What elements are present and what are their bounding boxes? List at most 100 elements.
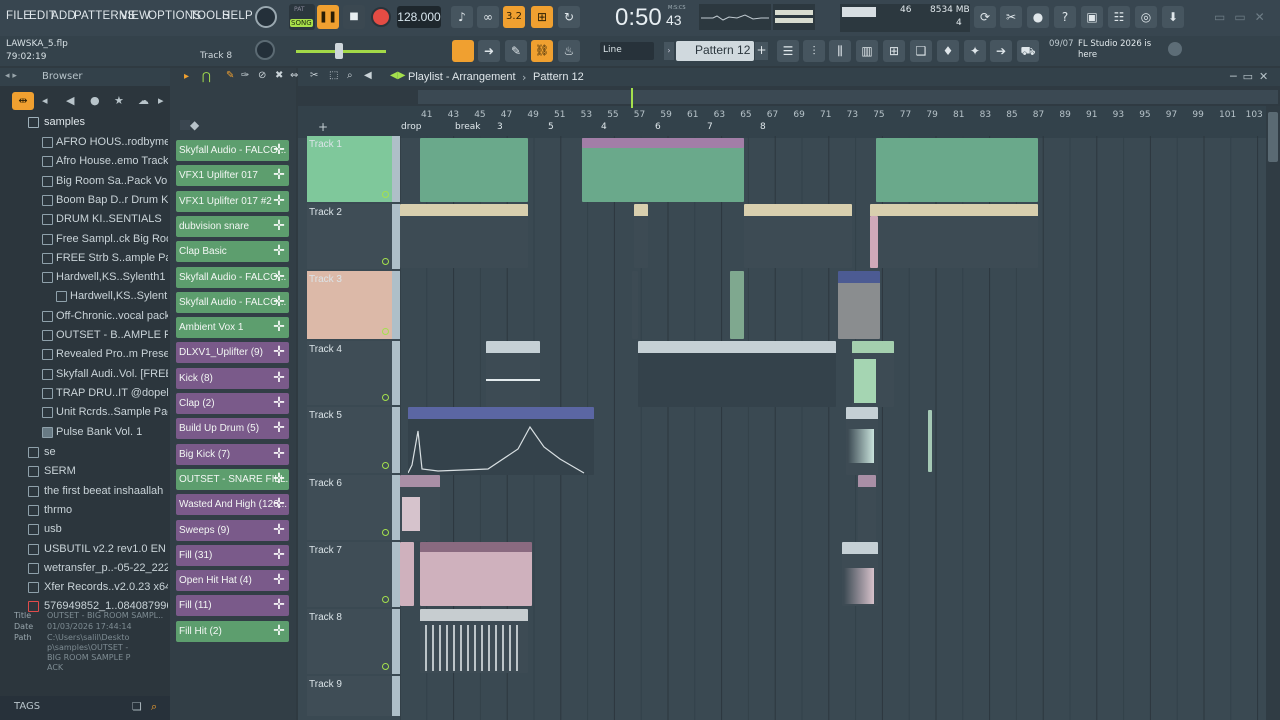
delete-tool-icon[interactable]: ⊘	[258, 70, 266, 81]
master-volume-knob[interactable]	[255, 6, 277, 28]
marker-label[interactable]: 8	[760, 122, 766, 132]
browser-folder-item[interactable]: Pulse Bank Vol. 1	[0, 424, 168, 443]
pattern-clip[interactable]	[870, 204, 1038, 268]
channel-add-icon[interactable]: ✛	[271, 496, 287, 512]
channel-button[interactable]: Fill (31) ✛	[176, 544, 289, 566]
channel-add-icon[interactable]: ✛	[271, 572, 287, 588]
browser-folder-item[interactable]: Skyfall Audi..Vol. [FREE]	[0, 366, 168, 385]
channel-button[interactable]: Open Hit Hat (4) ✛	[176, 570, 289, 592]
automation-clip[interactable]: Serum 2 FX (Pluck Vibrato) - Mix level	[408, 407, 594, 475]
browser-folder-item[interactable]: wetransfer_p..-05-22_2228	[0, 560, 168, 579]
track-mute-led[interactable]	[382, 191, 389, 198]
track-header[interactable]: Track 6	[307, 475, 392, 540]
select-tool-icon[interactable]: ⬚	[329, 70, 338, 81]
marker-label[interactable]: break	[455, 122, 480, 132]
menu-file[interactable]: FILE	[6, 10, 31, 22]
track-mute-led[interactable]	[382, 596, 389, 603]
channel-add-icon[interactable]: ✛	[271, 217, 287, 234]
stop-button[interactable]: ■	[343, 5, 365, 29]
touch-controller-icon[interactable]: ✦	[964, 40, 986, 62]
marker-label[interactable]: 6	[655, 122, 661, 132]
marker-label[interactable]: 5	[548, 122, 554, 132]
channel-button[interactable]: Kick (8) ✛	[176, 367, 289, 389]
audio-clip[interactable]: Sk...1	[846, 407, 878, 475]
audio-clip[interactable]	[420, 542, 532, 606]
playlist-icon[interactable]: ☰	[777, 40, 799, 62]
audio-clip[interactable]	[870, 216, 878, 268]
channel-add-icon[interactable]: ✛	[271, 369, 287, 386]
menu-view[interactable]: VIEW	[120, 10, 150, 22]
channel-button[interactable]: Sweeps (9) ✛	[176, 519, 289, 541]
pattern-clip[interactable]	[744, 204, 852, 268]
channel-button[interactable]: Fill (11) ✛	[176, 595, 289, 617]
window-controls[interactable]: ▭▭✕	[1214, 10, 1280, 24]
piano-icon[interactable]: ▥	[856, 40, 878, 62]
pattern-clip[interactable]	[400, 204, 528, 268]
browser-icon[interactable]: ❑	[910, 40, 932, 62]
channel-add-icon[interactable]: ✛	[271, 268, 287, 285]
news-text[interactable]: FL Studio 2026 is here	[1049, 39, 1161, 61]
track-mute-led[interactable]	[382, 529, 389, 536]
channel-add-icon[interactable]: ✛	[271, 243, 287, 259]
tags-folder-icon[interactable]: ❏	[132, 700, 142, 713]
browser-star-icon[interactable]: ★	[114, 94, 124, 107]
browser-folder-item[interactable]: the first beeat inshaallah	[0, 483, 168, 502]
menu-help[interactable]: HELP	[222, 10, 253, 22]
track-mute-led[interactable]	[382, 394, 389, 401]
channel-button[interactable]: Fill Hit (2) ✛	[176, 620, 289, 642]
track-header[interactable]: Track 7	[307, 542, 392, 607]
channel-button[interactable]: Build Up Drum (5) ✛	[176, 418, 289, 440]
plugin-db-icon[interactable]: ⊞	[883, 40, 905, 62]
pitch-knob[interactable]	[255, 40, 275, 60]
marker-label[interactable]: drop	[401, 122, 421, 132]
stamp-icon[interactable]: ♨	[558, 40, 580, 62]
browser-cloud-icon[interactable]: ☁	[138, 94, 149, 107]
reset-icon[interactable]: ⟳	[974, 6, 996, 28]
track-header[interactable]: Track 3	[307, 271, 392, 339]
channel-add-icon[interactable]: ✛	[271, 546, 287, 563]
browser-folder-item[interactable]: Free Sampl..ck Big Room	[0, 231, 168, 250]
help-icon[interactable]: ?	[1054, 6, 1076, 28]
add-pattern-button[interactable]: +	[755, 42, 768, 60]
piano-roll-icon[interactable]	[452, 40, 474, 62]
loop-record-icon[interactable]: ↻	[558, 6, 580, 28]
pause-button[interactable]: ❚❚	[317, 5, 339, 29]
audio-clip[interactable]: Wa...PM)	[852, 341, 894, 407]
playlist-play-icon[interactable]: ◀▶	[390, 70, 405, 81]
browser-more-icon[interactable]: ▸	[158, 94, 164, 107]
shop-icon[interactable]: ⛟	[1017, 40, 1039, 62]
audio-clip[interactable]: F	[400, 475, 440, 541]
download-icon[interactable]: ⬇	[1162, 6, 1184, 28]
plugin-picker-icon[interactable]: ♦	[937, 40, 959, 62]
browser-folder-item[interactable]: SERM	[0, 463, 168, 482]
playlist-scrollbar[interactable]	[1266, 106, 1280, 720]
microphone-icon[interactable]: ●	[1027, 6, 1049, 28]
browser-folder-item[interactable]: se	[0, 444, 168, 463]
news-globe-icon[interactable]	[1168, 42, 1182, 56]
audio-clip[interactable]	[730, 271, 744, 339]
channel-button[interactable]: Wasted And High (126... ✛	[176, 494, 289, 516]
channel-button[interactable]: VFX1 Uplifter 017 #2 ✛	[176, 190, 289, 212]
pattern-clip[interactable]	[876, 138, 1038, 202]
browser-globe-icon[interactable]: ●	[90, 94, 100, 107]
track-header[interactable]: Track 2	[307, 204, 392, 269]
track-mute-led[interactable]	[382, 328, 389, 335]
browser-folder-item[interactable]: Unit Rcrds..Sample Pack	[0, 404, 168, 423]
browser-folder-item[interactable]: usb	[0, 521, 168, 540]
menu-add[interactable]: ADD	[51, 10, 76, 22]
audio-clip[interactable]: Ambi...ox 1	[486, 341, 540, 407]
paint-tool-icon[interactable]: ✑	[241, 70, 249, 81]
mixer-icon[interactable]: ⫼	[829, 40, 851, 62]
magnet-icon[interactable]: ⋂	[202, 70, 211, 83]
channel-add-icon[interactable]: ✛	[271, 597, 287, 613]
zoom-tool-icon[interactable]: ⌕	[347, 70, 353, 81]
track-header[interactable]: Track 5	[307, 407, 392, 473]
mute-tool-icon[interactable]: ✖	[275, 70, 283, 81]
playlist-window-controls[interactable]: ─▭✕	[1230, 70, 1274, 83]
channel-add-icon[interactable]: ✛	[271, 470, 287, 487]
pencil-tool-icon[interactable]: ✎	[226, 70, 234, 81]
channel-add-icon[interactable]: ✛	[271, 395, 287, 411]
browser-folder-item[interactable]: Hardwell,KS..Sylenth1	[0, 288, 168, 307]
countdown-icon[interactable]: 3.2	[503, 6, 525, 28]
browser-folder-item[interactable]: FREE Strb S..ample Pack	[0, 250, 168, 269]
